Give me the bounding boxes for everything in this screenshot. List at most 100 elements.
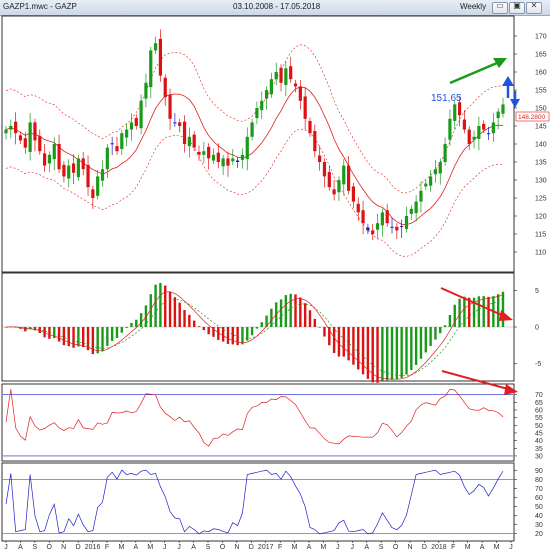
candle-body — [178, 122, 182, 126]
rsi-panel-tick-label: 70 — [535, 392, 543, 399]
price-panel-tick-label: 165 — [535, 52, 547, 59]
macd-histogram-bar — [439, 327, 442, 334]
candle-body — [371, 230, 375, 234]
macd-histogram-bar — [135, 319, 138, 327]
candle-body — [269, 79, 273, 95]
x-axis-label: 2016 — [85, 544, 101, 551]
candle-body — [375, 223, 380, 230]
macd-histogram-bar — [434, 327, 437, 340]
macd-histogram-bar — [77, 327, 80, 347]
candle-body — [289, 66, 293, 80]
macd-histogram-bar — [255, 327, 259, 329]
candle-body — [260, 100, 264, 111]
macd-histogram-bar — [482, 296, 485, 327]
price-panel-tick-label: 160 — [535, 70, 547, 77]
candle-body — [207, 146, 211, 159]
macd-histogram-bar — [337, 327, 341, 357]
candle-body — [226, 158, 230, 166]
macd-histogram-bar — [192, 320, 196, 327]
macd-histogram-bar — [241, 327, 244, 345]
macd-histogram-bar — [410, 327, 413, 371]
candle-body — [18, 135, 23, 141]
macd-histogram-bar — [82, 327, 85, 348]
candle-body — [380, 212, 384, 226]
macd-histogram-bar — [385, 327, 389, 381]
upper-envelope-line — [5, 44, 503, 194]
stoch-panel[interactable] — [1, 462, 515, 542]
macd-histogram-bar — [313, 318, 317, 327]
candle-body — [76, 158, 80, 178]
candle-body — [327, 172, 331, 188]
macd-histogram-bar — [120, 327, 124, 333]
candle-body — [245, 136, 249, 160]
macd-histogram-bar — [323, 327, 326, 337]
candle-body — [313, 131, 317, 152]
macd-histogram-bar — [352, 327, 355, 365]
x-axis-label: J — [177, 544, 181, 551]
x-axis-label: N — [61, 544, 66, 551]
macd-histogram-bar — [443, 325, 447, 327]
x-axis-label: J — [4, 544, 8, 551]
candle-body — [501, 104, 505, 114]
last-price-label: 148.2800 — [518, 114, 545, 121]
candle-body — [284, 68, 288, 85]
blue-double-arrow — [502, 76, 520, 108]
candle-body — [438, 162, 442, 174]
macd-histogram-bar — [279, 299, 283, 327]
x-axis-label: N — [407, 544, 412, 551]
candle-body — [279, 67, 283, 83]
stoch-panel-tick-label: 30 — [535, 522, 543, 529]
x-axis-label: D — [422, 544, 427, 551]
candle-body — [462, 119, 466, 130]
candle-body — [448, 118, 452, 140]
candle-body — [67, 165, 71, 179]
macd-histogram-bar — [57, 327, 61, 342]
macd-histogram-bar — [381, 327, 384, 381]
macd-histogram-bar — [414, 327, 418, 365]
macd-histogram-bar — [178, 302, 181, 327]
x-axis-label: S — [206, 544, 211, 551]
candle-body — [221, 158, 225, 167]
macd-histogram-bar — [487, 296, 490, 327]
macd-histogram-bar — [115, 327, 119, 339]
candle-body — [496, 111, 500, 119]
macd-histogram-bar — [395, 327, 399, 380]
x-axis-label: S — [33, 544, 38, 551]
macd-histogram-bar — [400, 327, 403, 378]
candle-body — [182, 121, 187, 144]
macd-histogram-bar — [496, 294, 500, 327]
candle-body — [28, 122, 32, 152]
candle-body — [129, 122, 134, 130]
macd-histogram-bar — [299, 297, 302, 327]
lower-envelope-line — [5, 128, 503, 257]
macd-histogram-bar — [429, 327, 432, 346]
x-axis-label: A — [134, 544, 139, 551]
candle-body — [144, 82, 148, 99]
macd-histogram-bar — [419, 327, 423, 359]
candle-body — [57, 144, 61, 170]
macd-histogram-bar — [159, 282, 162, 327]
macd-histogram-bar — [188, 314, 191, 327]
macd-histogram-bar — [106, 327, 109, 346]
macd-histogram-bar — [342, 327, 345, 357]
price-panel-tick-label: 140 — [535, 142, 547, 149]
rsi-panel[interactable] — [1, 383, 515, 462]
price-panel[interactable] — [1, 15, 515, 273]
x-axis-label: J — [336, 544, 340, 551]
x-axis-label: D — [249, 544, 254, 551]
candle-body — [125, 129, 129, 138]
candle-body — [414, 201, 418, 214]
x-axis-label: A — [191, 544, 196, 551]
macd-histogram-bar — [347, 327, 350, 361]
x-axis-label: S — [379, 544, 384, 551]
x-axis-label: A — [307, 544, 312, 551]
chart-area[interactable]: 170 165 160 155 150 145 140 135 130 125 120 115 110 5… — [0, 0, 550, 552]
candle-body — [409, 208, 413, 214]
x-axis-label: J — [509, 544, 513, 551]
candle-body — [115, 146, 119, 152]
rsi-panel-tick-label: 45 — [535, 430, 543, 437]
macd-histogram-bar — [125, 327, 128, 328]
macd-histogram-bar — [96, 327, 99, 354]
macd-panel-tick-label: 5 — [535, 288, 539, 295]
candle-body — [14, 121, 18, 134]
